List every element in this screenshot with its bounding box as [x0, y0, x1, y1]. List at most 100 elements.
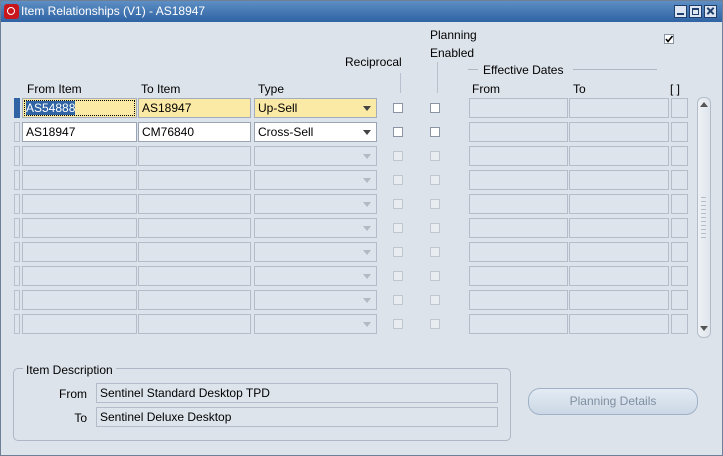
to-item-field[interactable] — [138, 218, 251, 238]
row-indicator[interactable] — [14, 146, 20, 166]
from-item-field[interactable] — [22, 170, 137, 190]
from-item-field[interactable]: AS18947 — [22, 122, 137, 142]
descriptive-flexfield[interactable] — [671, 170, 688, 190]
row-indicator[interactable] — [14, 170, 20, 190]
reciprocal-checkbox[interactable] — [393, 103, 403, 113]
effective-to-field[interactable] — [569, 266, 669, 286]
reciprocal-checkbox[interactable] — [393, 151, 403, 161]
to-item-field[interactable]: CM76840 — [138, 122, 251, 142]
row-indicator[interactable] — [14, 266, 20, 286]
descriptive-flexfield[interactable] — [671, 122, 688, 142]
planning-enabled-checkbox[interactable] — [430, 127, 440, 137]
description-from-field[interactable]: Sentinel Standard Desktop TPD — [96, 383, 498, 403]
effective-from-field[interactable] — [469, 194, 568, 214]
to-item-field[interactable] — [138, 194, 251, 214]
row-indicator[interactable] — [14, 314, 20, 334]
from-item-field[interactable] — [22, 146, 137, 166]
from-item-field[interactable] — [22, 314, 137, 334]
effective-from-field[interactable] — [469, 98, 568, 118]
reciprocal-checkbox[interactable] — [393, 175, 403, 185]
reciprocal-checkbox[interactable] — [393, 127, 403, 137]
planning-enabled-checkbox[interactable] — [430, 247, 440, 257]
reciprocal-checkbox[interactable] — [393, 223, 403, 233]
type-select[interactable] — [254, 314, 377, 334]
effective-to-field[interactable] — [569, 242, 669, 262]
planning-enabled-checkbox[interactable] — [430, 175, 440, 185]
to-item-field[interactable] — [138, 314, 251, 334]
descriptive-flexfield[interactable] — [671, 218, 688, 238]
effective-to-field[interactable] — [569, 194, 669, 214]
close-button[interactable] — [704, 5, 717, 18]
planning-enabled-checkbox[interactable] — [430, 103, 440, 113]
descriptive-flexfield[interactable] — [671, 266, 688, 286]
type-select[interactable] — [254, 218, 377, 238]
effective-from-field[interactable] — [469, 122, 568, 142]
effective-from-field[interactable] — [469, 242, 568, 262]
descriptive-flexfield[interactable] — [671, 194, 688, 214]
effective-to-field[interactable] — [569, 98, 669, 118]
planning-enabled-checkbox[interactable] — [430, 199, 440, 209]
row-indicator[interactable] — [14, 98, 20, 118]
row-indicator[interactable] — [14, 290, 20, 310]
from-item-field[interactable] — [22, 194, 137, 214]
planning-enabled-checkbox[interactable] — [430, 271, 440, 281]
planning-enabled-checkbox[interactable] — [430, 151, 440, 161]
top-checkbox[interactable] — [664, 34, 674, 44]
effective-to-field[interactable] — [569, 314, 669, 334]
from-item-field[interactable] — [22, 242, 137, 262]
descriptive-flexfield[interactable] — [671, 146, 688, 166]
type-select[interactable]: Up-Sell — [254, 98, 377, 118]
effective-from-field[interactable] — [469, 218, 568, 238]
effective-to-field[interactable] — [569, 290, 669, 310]
reciprocal-checkbox[interactable] — [393, 271, 403, 281]
description-to-field[interactable]: Sentinel Deluxe Desktop — [96, 407, 498, 427]
to-item-field[interactable] — [138, 146, 251, 166]
planning-enabled-checkbox[interactable] — [430, 223, 440, 233]
to-item-field[interactable] — [138, 242, 251, 262]
type-select[interactable] — [254, 266, 377, 286]
row-indicator[interactable] — [14, 242, 20, 262]
type-select[interactable] — [254, 242, 377, 262]
row-indicator[interactable] — [14, 122, 20, 142]
scroll-down-icon[interactable] — [700, 326, 708, 331]
effective-to-field[interactable] — [569, 170, 669, 190]
from-item-field[interactable] — [22, 266, 137, 286]
from-item-field[interactable] — [22, 218, 137, 238]
descriptive-flexfield[interactable] — [671, 314, 688, 334]
to-item-field[interactable] — [138, 266, 251, 286]
reciprocal-checkbox[interactable] — [393, 199, 403, 209]
to-item-field[interactable] — [138, 290, 251, 310]
effective-from-field[interactable] — [469, 146, 568, 166]
type-select[interactable] — [254, 146, 377, 166]
row-indicator[interactable] — [14, 194, 20, 214]
effective-from-field[interactable] — [469, 266, 568, 286]
effective-from-field[interactable] — [469, 170, 568, 190]
title-bar[interactable]: Item Relationships (V1) - AS18947 — [1, 1, 722, 22]
effective-to-field[interactable] — [569, 218, 669, 238]
to-item-field[interactable]: AS18947 — [138, 98, 251, 118]
descriptive-flexfield[interactable] — [671, 98, 688, 118]
from-item-field[interactable] — [22, 290, 137, 310]
type-select[interactable]: Cross-Sell — [254, 122, 377, 142]
descriptive-flexfield[interactable] — [671, 290, 688, 310]
scroll-up-icon[interactable] — [700, 102, 708, 107]
type-select[interactable] — [254, 290, 377, 310]
descriptive-flexfield[interactable] — [671, 242, 688, 262]
reciprocal-checkbox[interactable] — [393, 319, 403, 329]
from-item-field[interactable]: AS54888... — [22, 98, 137, 118]
effective-to-field[interactable] — [569, 146, 669, 166]
type-select[interactable] — [254, 170, 377, 190]
row-indicator[interactable] — [14, 218, 20, 238]
minimize-button[interactable] — [674, 5, 687, 18]
reciprocal-checkbox[interactable] — [393, 247, 403, 257]
type-select[interactable] — [254, 194, 377, 214]
effective-from-field[interactable] — [469, 290, 568, 310]
effective-to-field[interactable] — [569, 122, 669, 142]
to-item-field[interactable] — [138, 170, 251, 190]
effective-from-field[interactable] — [469, 314, 568, 334]
planning-details-button[interactable]: Planning Details — [528, 388, 698, 415]
reciprocal-checkbox[interactable] — [393, 295, 403, 305]
planning-enabled-checkbox[interactable] — [430, 295, 440, 305]
planning-enabled-checkbox[interactable] — [430, 319, 440, 329]
maximize-button[interactable] — [689, 5, 702, 18]
